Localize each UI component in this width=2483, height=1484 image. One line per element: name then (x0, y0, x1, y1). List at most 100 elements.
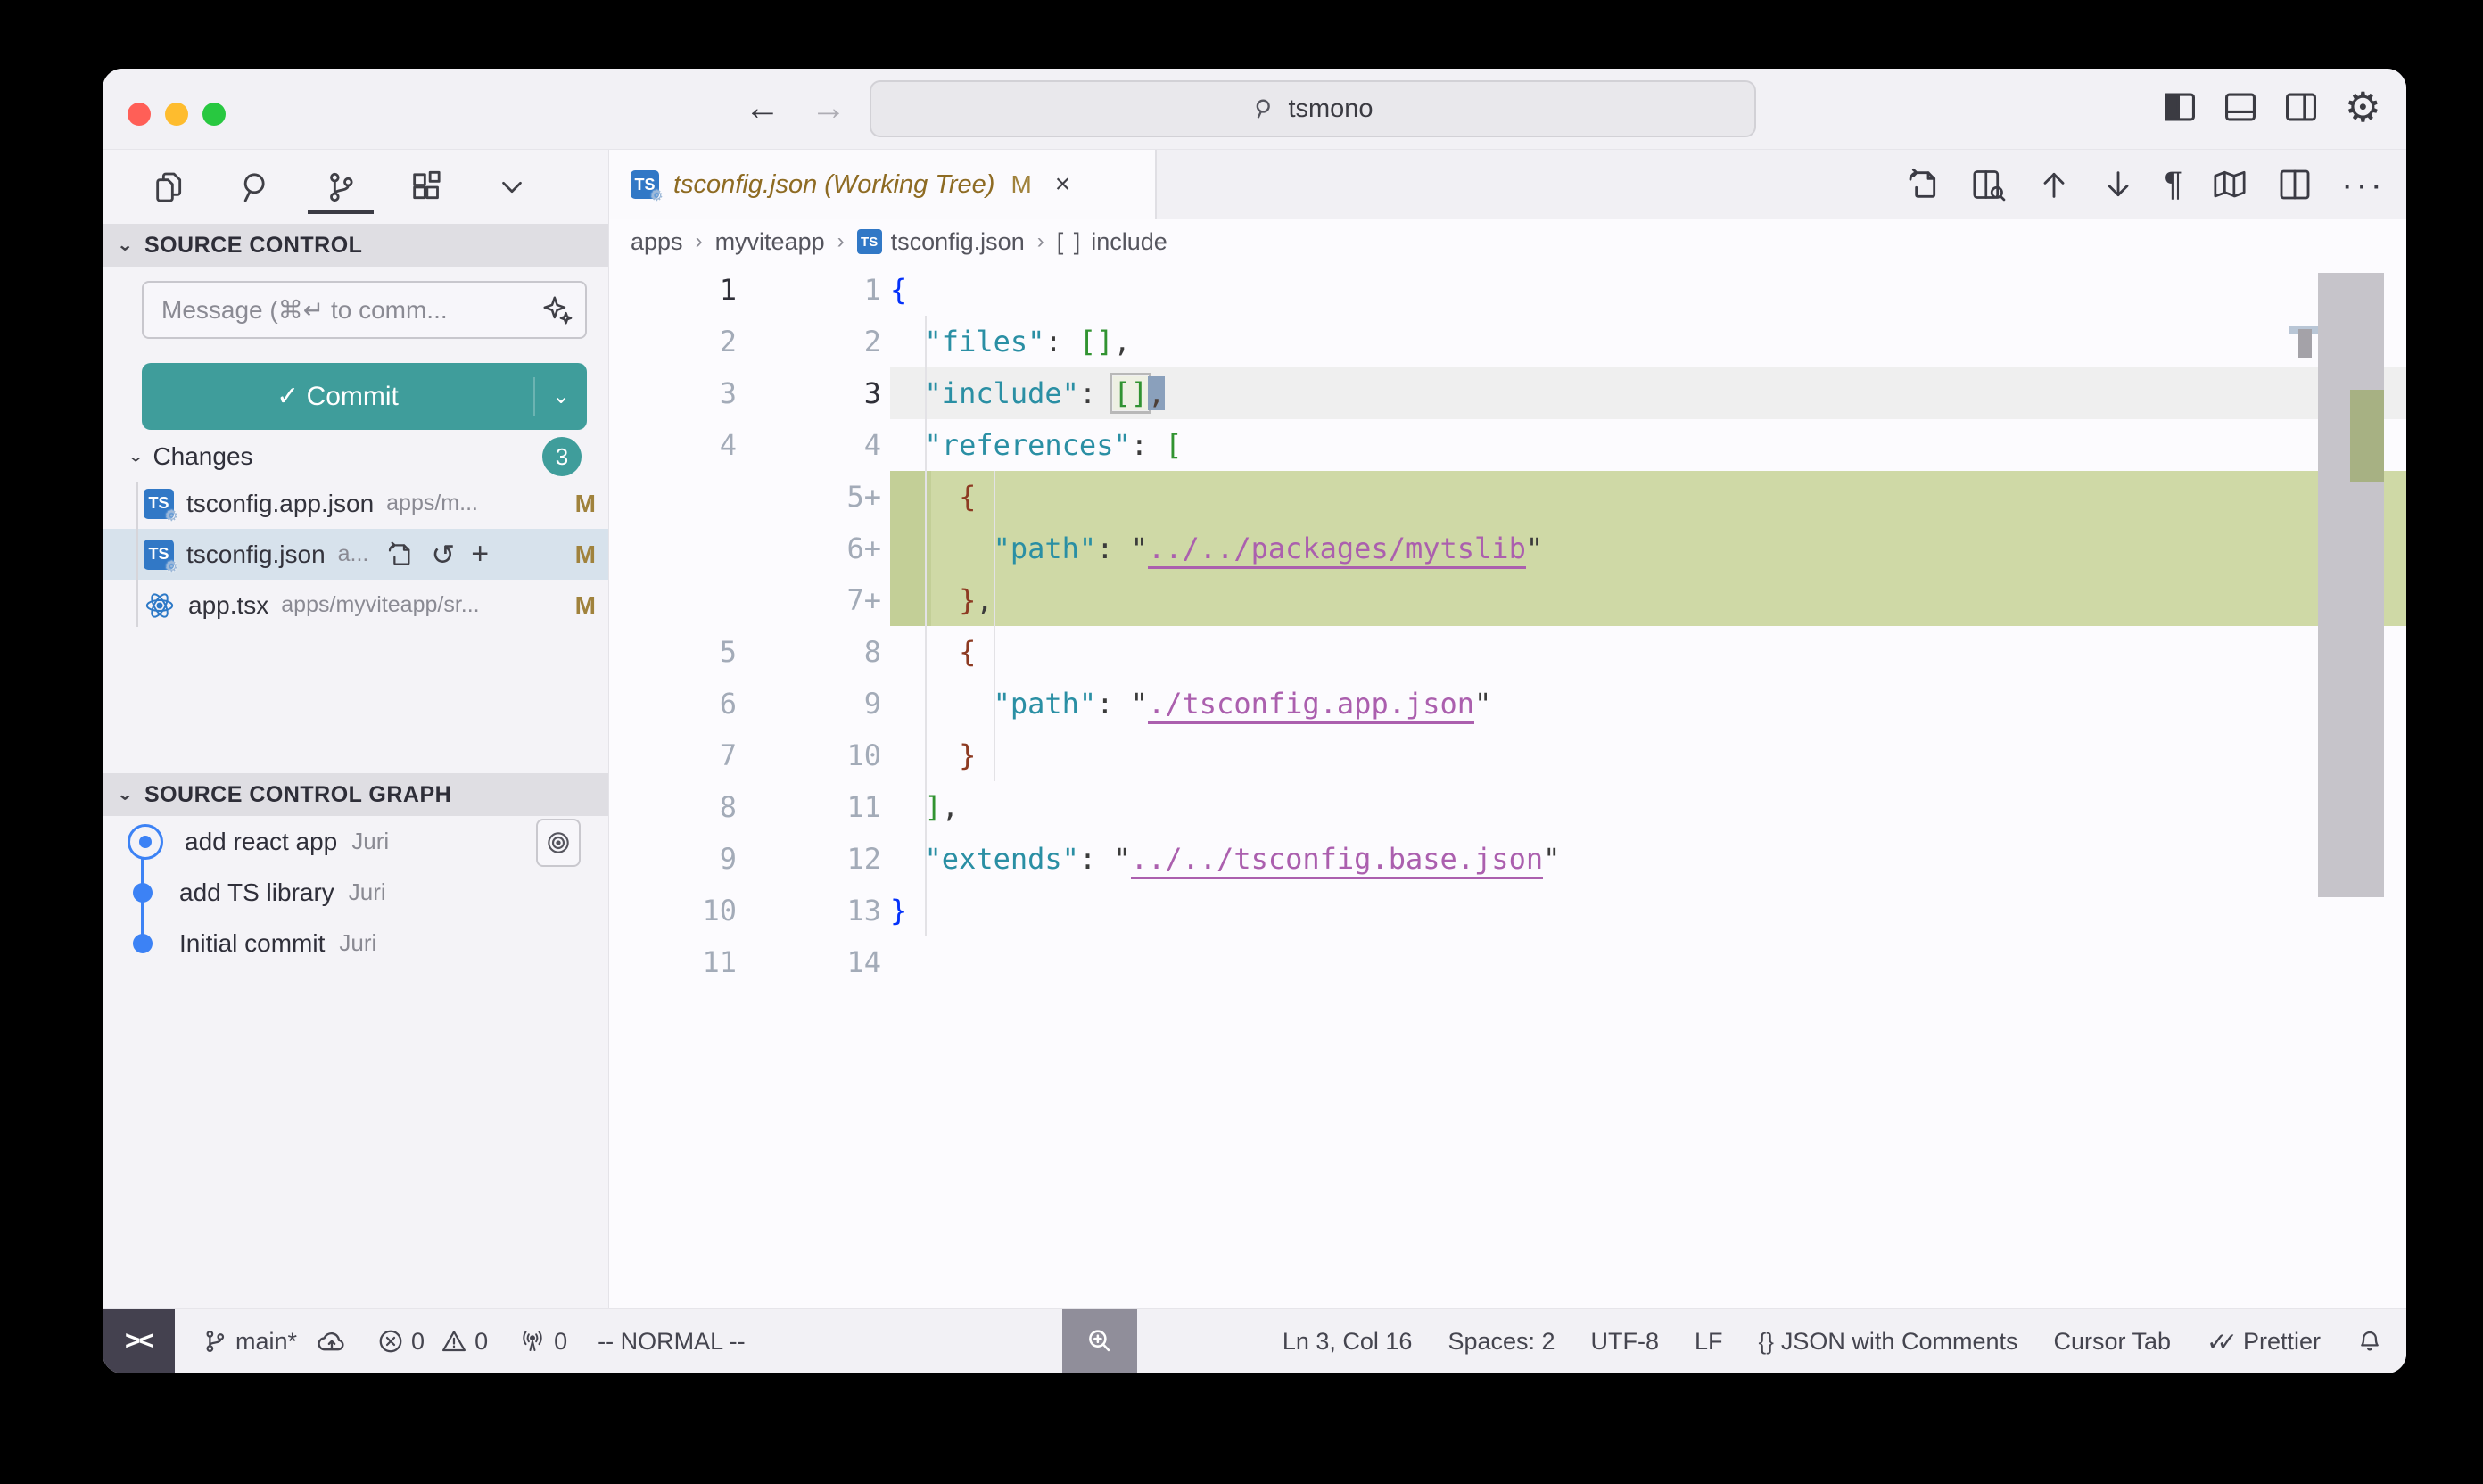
eol-item[interactable]: LF (1695, 1328, 1723, 1356)
command-center-search[interactable]: tsmono (870, 80, 1756, 137)
code-line[interactable]: 58 { (609, 626, 2406, 678)
source-control-graph-header[interactable]: ⌄ SOURCE CONTROL GRAPH (103, 773, 608, 816)
modified-badge: M (575, 591, 596, 620)
old-line-number: 7 (609, 730, 756, 781)
code-line[interactable]: 6+ "path": "../../packages/mytslib" (609, 523, 2406, 574)
search-value: tsmono (1288, 95, 1373, 124)
remote-indicator[interactable]: >< (103, 1309, 175, 1373)
toggle-secondary-sidebar-icon[interactable] (2284, 92, 2318, 122)
code-line[interactable]: 1013} (609, 885, 2406, 936)
breadcrumb-label: include (1091, 228, 1167, 256)
minimap-icon[interactable] (2211, 167, 2248, 202)
zoom-in-icon (1085, 1326, 1115, 1356)
explorer-icon[interactable] (149, 161, 190, 214)
open-changes-icon[interactable] (1906, 167, 1942, 202)
code-line-content: { (890, 471, 2406, 523)
navigate-back-icon[interactable]: ← (745, 88, 780, 128)
encoding-item[interactable]: UTF-8 (1591, 1328, 1660, 1356)
code-line[interactable]: 44 "references": [ (609, 419, 2406, 471)
code-line[interactable]: 22 "files": [], (609, 316, 2406, 367)
editor-group: TS⚙ tsconfig.json (Working Tree) M × ¶ · (609, 150, 2406, 1308)
breadcrumb-item[interactable]: apps (631, 228, 683, 256)
code-line-content: { (890, 626, 2406, 678)
code-line[interactable]: 811 ], (609, 781, 2406, 833)
next-change-icon[interactable] (2100, 167, 2136, 202)
commit-row[interactable]: add TS libraryJuri (103, 867, 608, 918)
tab-tsconfig-working-tree[interactable]: TS⚙ tsconfig.json (Working Tree) M × (609, 150, 1157, 219)
cursor-tab-item[interactable]: Cursor Tab (2053, 1328, 2171, 1356)
commit-message-input[interactable] (142, 281, 587, 339)
commit-dropdown-chevron-icon[interactable]: ⌄ (535, 383, 587, 409)
branch-status-item[interactable]: main* (202, 1328, 347, 1356)
more-actions-icon[interactable]: ··· (2341, 165, 2385, 205)
search-view-icon[interactable] (235, 161, 276, 214)
code-line[interactable]: 5+ { (609, 471, 2406, 523)
react-icon (144, 590, 176, 621)
code-line[interactable]: 912 "extends": "../../tsconfig.base.json… (609, 833, 2406, 885)
goto-commit-button[interactable] (536, 819, 581, 867)
tab-modified-badge: M (1011, 170, 1031, 199)
generate-commit-message-sparkle-icon[interactable] (540, 293, 574, 332)
new-line-number: 4 (756, 419, 890, 471)
file-path: apps/m... (386, 491, 478, 516)
old-line-number: 4 (609, 419, 756, 471)
problems-status-item[interactable]: 0 0 (377, 1328, 488, 1356)
language-mode-item[interactable]: {}JSON with Comments (1759, 1328, 2018, 1356)
breadcrumb-item[interactable]: [ ]include (1057, 228, 1167, 256)
source-control-section-header[interactable]: ⌄ SOURCE CONTROL (103, 224, 608, 267)
ports-status-item[interactable]: 0 (518, 1328, 567, 1356)
notifications-bell-icon[interactable] (2356, 1328, 2383, 1355)
code-line-content: { (890, 264, 2406, 316)
code-line[interactable]: 69 "path": "./tsconfig.app.json" (609, 678, 2406, 730)
more-views-chevron-icon[interactable] (491, 161, 532, 214)
formatter-item[interactable]: ✓✓Prettier (2207, 1327, 2321, 1356)
stage-changes-icon[interactable]: + (471, 537, 489, 572)
code-line[interactable]: 11{ (609, 264, 2406, 316)
breadcrumb-item[interactable]: myviteapp (715, 228, 825, 256)
cursor-position-item[interactable]: Ln 3, Col 16 (1283, 1328, 1413, 1356)
breadcrumb-item[interactable]: TStsconfig.json (857, 228, 1025, 256)
settings-gear-icon[interactable]: ⚙ (2345, 87, 2381, 128)
compare-editor-icon[interactable] (1970, 167, 2008, 202)
commit-row[interactable]: add react appJuri (103, 816, 608, 867)
commit-button[interactable]: ✓ Commit ⌄ (142, 363, 587, 430)
vertical-scrollbar-thumb[interactable] (2318, 273, 2384, 897)
extensions-view-icon[interactable] (406, 161, 447, 214)
toggle-panel-icon[interactable] (2223, 92, 2257, 122)
graph-title: SOURCE CONTROL GRAPH (144, 782, 451, 808)
commit-message: add react app (185, 828, 337, 856)
toggle-primary-sidebar-icon[interactable] (2163, 92, 2197, 122)
vim-mode-indicator[interactable]: -- NORMAL -- (598, 1328, 745, 1356)
code-editor[interactable]: 11{22 "files": [],33 "include": [],44 "r… (609, 264, 2406, 1308)
discard-changes-icon[interactable]: ↺ (431, 538, 455, 572)
activity-bar (103, 150, 608, 224)
close-window-button[interactable] (128, 103, 151, 126)
minimize-window-button[interactable] (165, 103, 188, 126)
navigate-forward-icon[interactable]: → (811, 88, 846, 128)
code-line[interactable]: 1114 (609, 936, 2406, 988)
changes-section-header[interactable]: ⌄ Changes 3 (103, 437, 608, 476)
render-whitespace-pilcrow-icon[interactable]: ¶ (2165, 166, 2182, 204)
code-line[interactable]: 7+ }, (609, 574, 2406, 626)
scm-file-row[interactable]: TS⚙tsconfig.jsona...↺+M (103, 529, 608, 580)
indentation-item[interactable]: Spaces: 2 (1448, 1328, 1555, 1356)
split-editor-icon[interactable] (2277, 167, 2313, 202)
indent-guide (994, 471, 995, 781)
commit-row[interactable]: Initial commitJuri (103, 918, 608, 969)
screencast-zoom-indicator[interactable] (1062, 1309, 1137, 1373)
scm-file-row[interactable]: TS⚙tsconfig.app.jsonapps/m...M (103, 478, 608, 529)
error-icon (377, 1328, 404, 1355)
code-line[interactable]: 710 } (609, 730, 2406, 781)
zoom-window-button[interactable] (202, 103, 226, 126)
commit-message: Initial commit (179, 929, 325, 958)
code-line[interactable]: 33 "include": [], (609, 367, 2406, 419)
close-tab-icon[interactable]: × (1055, 169, 1071, 200)
open-file-icon[interactable] (386, 540, 415, 569)
breadcrumb-separator: › (1037, 229, 1044, 254)
new-line-number: 14 (756, 936, 890, 988)
braces-icon: {} (1759, 1328, 1774, 1356)
previous-change-icon[interactable] (2036, 167, 2072, 202)
scm-file-row[interactable]: app.tsxapps/myviteapp/sr...M (103, 580, 608, 631)
source-control-view-icon[interactable] (320, 161, 361, 214)
minimap-mark (2298, 329, 2312, 358)
